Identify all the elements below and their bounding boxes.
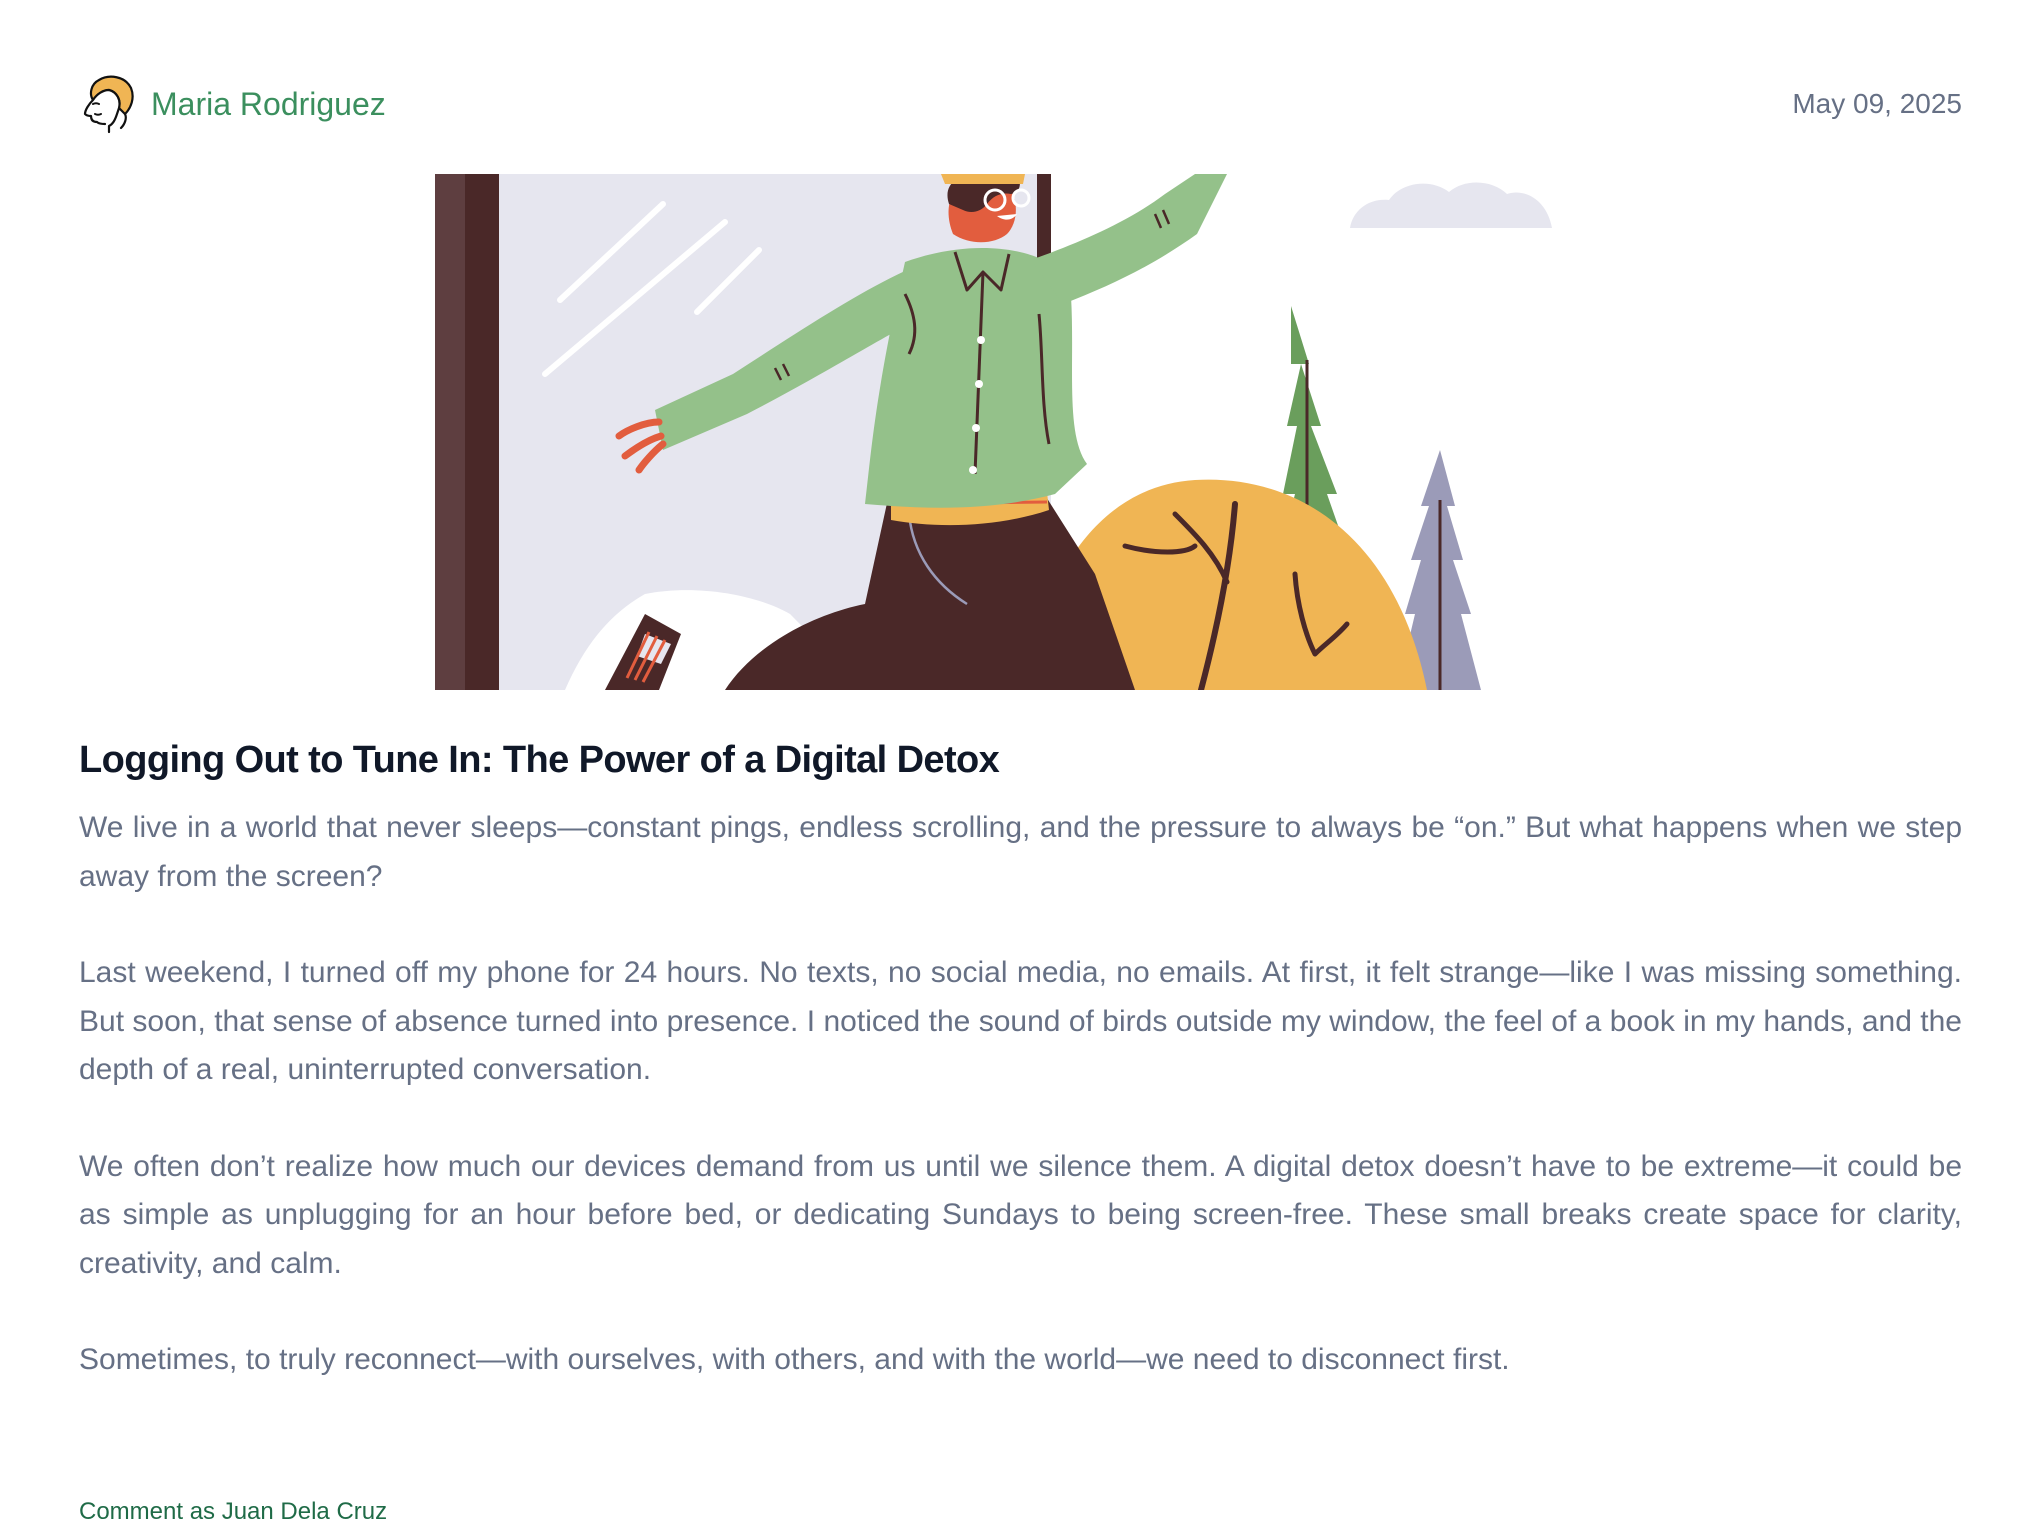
post-title: Logging Out to Tune In: The Power of a D…	[79, 739, 1000, 781]
post-paragraph: We live in a world that never sleeps—con…	[79, 811, 1962, 893]
post-paragraph: Sometimes, to truly reconnect—with ourse…	[79, 1343, 1510, 1376]
post-paragraph: We often don’t realize how much our devi…	[79, 1149, 1962, 1280]
post-header: Maria Rodriguez May 09, 2025	[79, 74, 1962, 140]
post-paragraph: Last weekend, I turned off my phone for …	[79, 956, 1962, 1086]
person-walking-out-door-illustration	[435, 174, 1552, 690]
hero-image	[435, 174, 1607, 690]
comment-as-link[interactable]: Comment as Juan Dela Cruz	[79, 1496, 387, 1528]
post-body: We live in a world that never sleeps—con…	[79, 804, 1962, 1433]
author[interactable]: Maria Rodriguez	[79, 74, 386, 134]
woman-face-avatar-icon	[83, 75, 134, 134]
author-name[interactable]: Maria Rodriguez	[151, 74, 386, 134]
post-date: May 09, 2025	[1792, 88, 1962, 119]
